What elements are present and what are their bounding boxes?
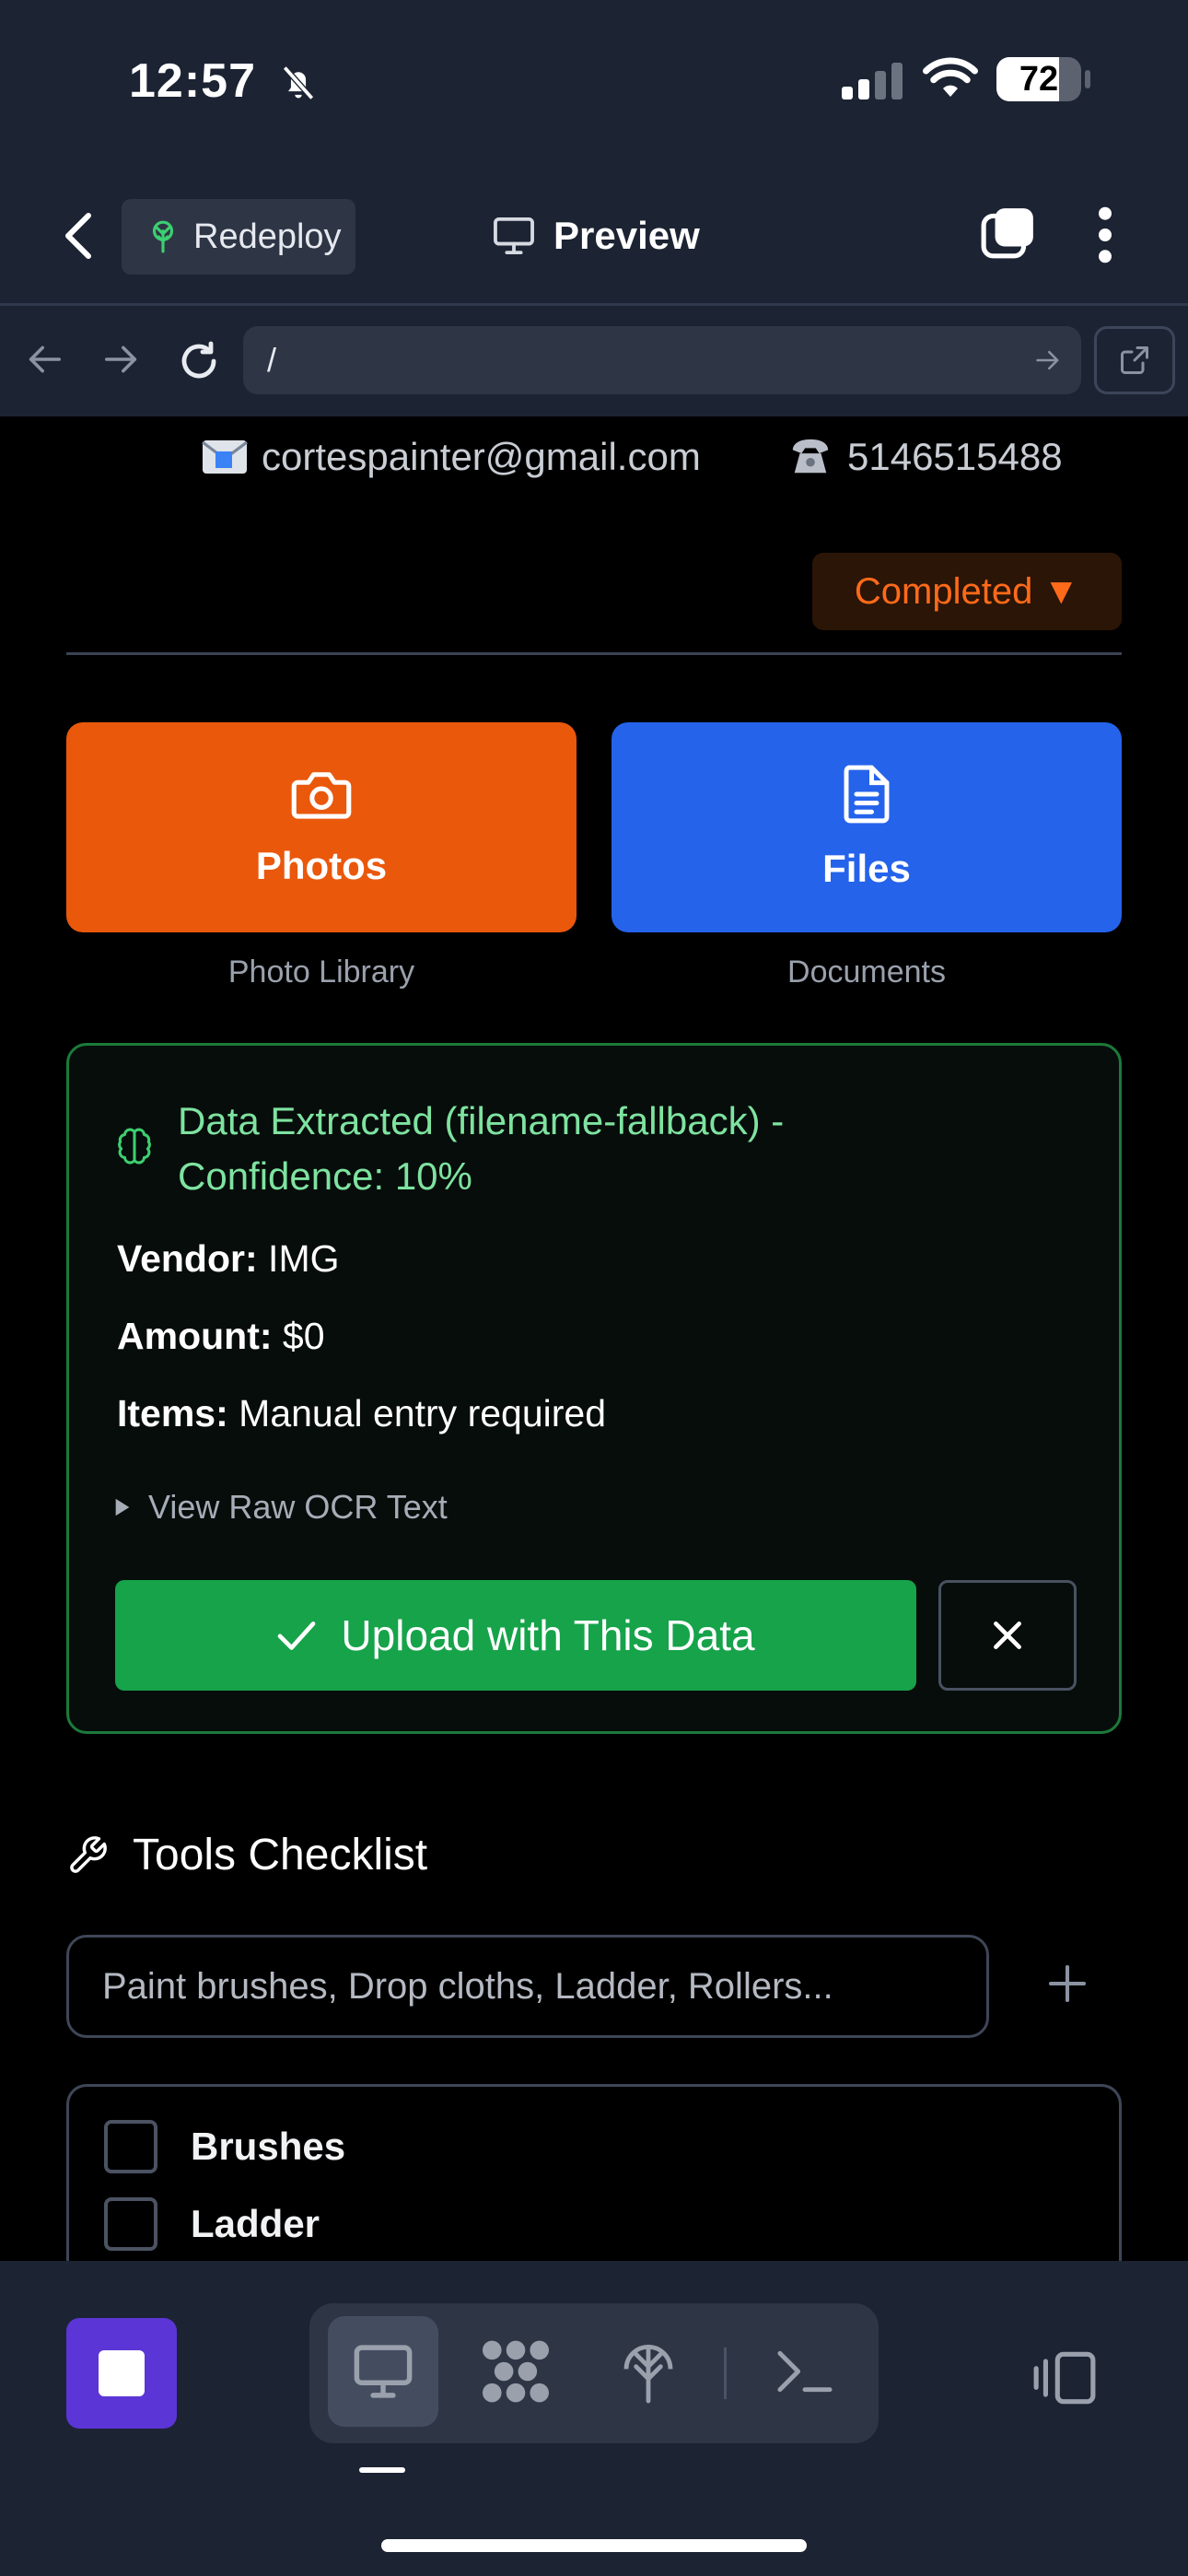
camera-icon xyxy=(291,772,352,819)
files-label: Files xyxy=(822,847,911,890)
deploy-tree-icon xyxy=(152,220,174,253)
open-external-button[interactable] xyxy=(1094,326,1175,394)
preview-tab[interactable]: Preview xyxy=(493,208,700,263)
preview-label: Preview xyxy=(553,214,700,257)
view-raw-ocr-label: View Raw OCR Text xyxy=(148,1488,448,1526)
photos-button[interactable]: Photos xyxy=(66,722,577,932)
nav-forward-arrow-icon[interactable] xyxy=(103,343,140,376)
status-bar: 12:57 72 xyxy=(0,0,1188,166)
items-label: Items: xyxy=(117,1392,228,1434)
cellular-signal-icon xyxy=(842,63,903,100)
app-header: Redeploy Preview xyxy=(0,166,1188,306)
url-text: / xyxy=(267,341,277,379)
home-indicator xyxy=(381,2539,807,2552)
workspace-grid-icon xyxy=(483,2340,549,2403)
files-caption: Documents xyxy=(787,954,946,989)
checkbox[interactable] xyxy=(104,2197,157,2251)
photos-label: Photos xyxy=(255,844,388,887)
view-raw-ocr-toggle[interactable]: View Raw OCR Text xyxy=(113,1488,448,1527)
tools-checklist-title: Tools Checklist xyxy=(133,1831,428,1879)
split-view-icon[interactable] xyxy=(1031,2349,1098,2406)
dismiss-button[interactable] xyxy=(938,1580,1077,1691)
vendor-label: Vendor: xyxy=(117,1237,258,1280)
checkbox[interactable] xyxy=(104,2120,157,2173)
more-menu-icon[interactable] xyxy=(1092,205,1118,265)
disclosure-triangle-icon xyxy=(115,1498,130,1516)
job-status-label: Completed ▼ xyxy=(854,570,1080,612)
bell-muted-icon xyxy=(282,65,315,100)
check-icon xyxy=(278,1622,316,1650)
tools-checklist-heading: Tools Checklist xyxy=(66,1830,427,1880)
shell-dock-button[interactable] xyxy=(750,2316,860,2427)
items-value: Manual entry required xyxy=(239,1392,607,1434)
monitor-icon xyxy=(494,217,534,255)
dock-separator xyxy=(724,2348,727,2399)
battery-icon: 72 xyxy=(996,57,1081,101)
url-input[interactable]: / xyxy=(243,326,1081,394)
active-tab-indicator xyxy=(359,2467,405,2473)
job-status-dropdown[interactable]: Completed ▼ xyxy=(812,553,1122,630)
back-chevron-icon[interactable] xyxy=(59,210,99,262)
checklist-item[interactable]: Ladder xyxy=(104,2197,320,2251)
ocr-result-panel: Data Extracted (filename-fallback) - Con… xyxy=(66,1043,1122,1734)
terminal-icon xyxy=(777,2350,833,2393)
add-tool-icon[interactable] xyxy=(1042,1959,1092,2008)
monitor-icon xyxy=(354,2345,413,2398)
redeploy-label: Redeploy xyxy=(193,217,342,256)
reload-icon[interactable] xyxy=(177,339,221,383)
wifi-icon xyxy=(923,57,978,97)
checklist-item-label: Brushes xyxy=(191,2125,346,2168)
photos-caption: Photo Library xyxy=(227,954,415,989)
checklist-item-label: Ladder xyxy=(191,2202,320,2245)
checklist-item[interactable]: Brushes xyxy=(104,2120,345,2173)
status-time: 12:57 xyxy=(129,54,256,108)
close-icon xyxy=(994,1622,1021,1649)
external-link-icon xyxy=(1121,346,1148,374)
tool-dock xyxy=(309,2303,879,2443)
file-icon xyxy=(844,765,890,824)
brain-icon xyxy=(118,1128,151,1165)
contact-email-text: cortespainter@gmail.com xyxy=(262,435,701,478)
wrench-icon xyxy=(70,1835,107,1873)
contact-phone-text: 5146515488 xyxy=(847,435,1063,478)
battery-level: 72 xyxy=(1019,60,1059,99)
preview-dock-button[interactable] xyxy=(328,2316,438,2427)
vendor-value: IMG xyxy=(268,1237,340,1280)
tool-input[interactable]: Paint brushes, Drop cloths, Ladder, Roll… xyxy=(66,1935,989,2038)
bottom-toolbar xyxy=(0,2261,1188,2576)
deploy-icon xyxy=(623,2344,673,2404)
items-field: Items: Manual entry required xyxy=(117,1392,606,1435)
nav-back-arrow-icon[interactable] xyxy=(26,343,63,376)
workspace-dock-button[interactable] xyxy=(460,2316,571,2427)
email-icon xyxy=(202,440,248,474)
tabs-switcher-icon[interactable] xyxy=(980,205,1037,262)
browser-url-bar: / xyxy=(0,306,1188,416)
tools-checklist-list: Brushes Ladder xyxy=(66,2084,1122,2268)
upload-with-data-label: Upload with This Data xyxy=(341,1611,755,1659)
amount-value: $0 xyxy=(282,1315,325,1357)
contact-email[interactable]: cortespainter@gmail.com xyxy=(201,435,701,479)
stop-icon xyxy=(99,2350,145,2396)
go-arrow-icon[interactable] xyxy=(1035,348,1061,372)
redeploy-button[interactable]: Redeploy xyxy=(122,199,355,275)
stop-button[interactable] xyxy=(66,2318,177,2429)
upload-with-data-button[interactable]: Upload with This Data xyxy=(115,1580,916,1691)
section-divider xyxy=(66,652,1122,655)
amount-label: Amount: xyxy=(117,1315,273,1357)
ocr-title: Data Extracted (filename-fallback) - Con… xyxy=(178,1099,785,1198)
amount-field: Amount: $0 xyxy=(117,1315,325,1358)
contact-phone[interactable]: 5146515488 xyxy=(786,435,1063,479)
files-button[interactable]: Files xyxy=(611,722,1122,932)
phone-icon xyxy=(792,439,829,474)
deploy-dock-button[interactable] xyxy=(593,2316,704,2427)
vendor-field: Vendor: IMG xyxy=(117,1237,339,1281)
